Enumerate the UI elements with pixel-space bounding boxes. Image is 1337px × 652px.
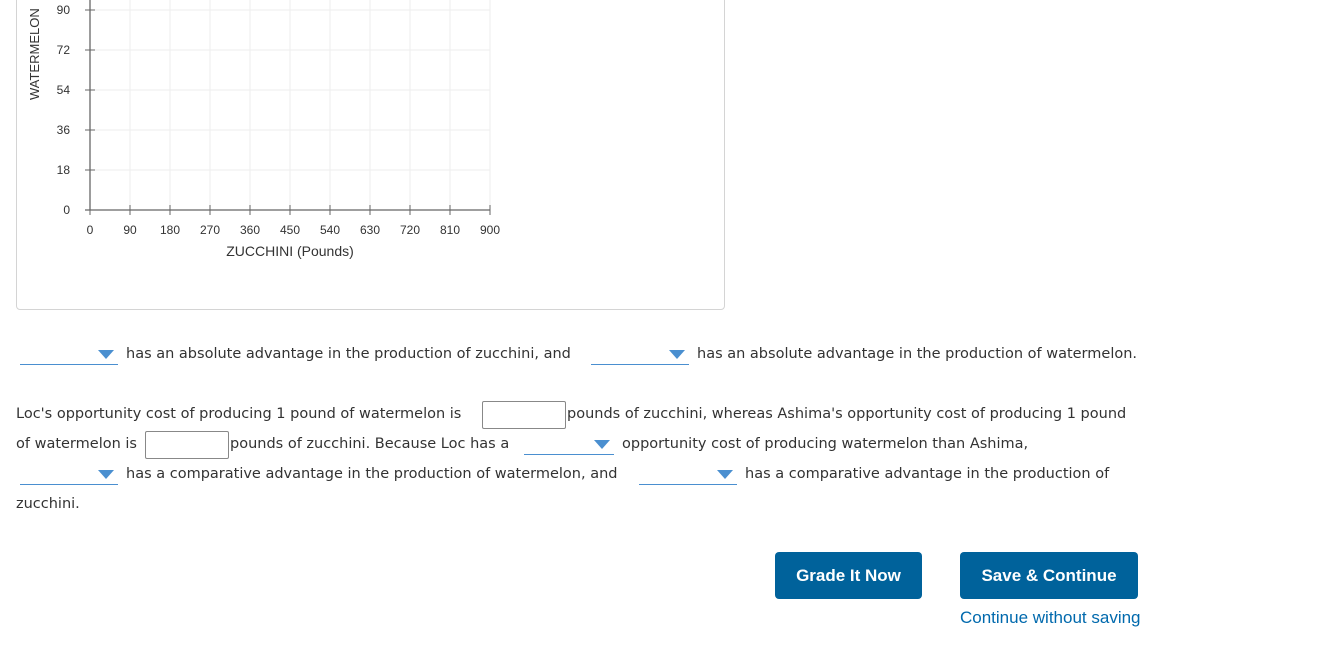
question-text: Loc's opportunity cost of producing 1 po… xyxy=(16,406,462,422)
x-tick-label: 90 xyxy=(123,223,137,237)
x-tick-label: 900 xyxy=(480,223,500,237)
x-tick-label: 360 xyxy=(240,223,260,237)
dropdown-arrow-icon xyxy=(98,350,114,359)
continue-without-saving-link[interactable]: Continue without saving xyxy=(960,608,1141,628)
x-tick-label: 180 xyxy=(160,223,180,237)
x-tick-label: 450 xyxy=(280,223,300,237)
y-tick-label: 0 xyxy=(63,203,70,217)
x-tick-label: 270 xyxy=(200,223,220,237)
question-text: has a comparative advantage in the produ… xyxy=(126,466,618,482)
question-text: has an absolute advantage in the product… xyxy=(126,346,571,362)
x-tick-label: 0 xyxy=(87,223,94,237)
y-tick-label: 18 xyxy=(57,163,71,177)
question-text: has an absolute advantage in the product… xyxy=(697,346,1138,362)
y-tick-label: 90 xyxy=(57,3,71,17)
dropdown-arrow-icon xyxy=(669,350,685,359)
question-text: of watermelon is xyxy=(16,436,137,452)
ppf-chart[interactable]: 0 90 180 270 360 450 540 630 720 810 900 0 18 36 54 72 9… xyxy=(0,0,560,240)
question-text: opportunity cost of producing watermelon… xyxy=(622,436,1029,452)
ashima-opportunity-cost-input[interactable] xyxy=(145,431,229,459)
question-text: pounds of zucchini. Because Loc has a xyxy=(230,436,510,452)
loc-opportunity-cost-input[interactable] xyxy=(482,401,566,429)
x-tick-label: 540 xyxy=(320,223,340,237)
x-tick-label: 720 xyxy=(400,223,420,237)
save-continue-button[interactable]: Save & Continue xyxy=(960,552,1138,599)
higher-lower-dropdown[interactable] xyxy=(524,434,614,455)
watermelon-absolute-advantage-dropdown[interactable] xyxy=(591,344,689,365)
question-text: zucchini. xyxy=(16,496,80,512)
watermelon-comparative-advantage-dropdown[interactable] xyxy=(20,464,118,485)
question-text: has a comparative advantage in the produ… xyxy=(745,466,1110,482)
dropdown-arrow-icon xyxy=(717,470,733,479)
zucchini-comparative-advantage-dropdown[interactable] xyxy=(639,464,737,485)
dropdown-arrow-icon xyxy=(594,440,610,449)
y-tick-label: 72 xyxy=(57,43,71,57)
y-tick-label: 36 xyxy=(57,123,71,137)
zucchini-absolute-advantage-dropdown[interactable] xyxy=(20,344,118,365)
y-tick-label: 54 xyxy=(57,83,71,97)
grade-it-now-button[interactable]: Grade It Now xyxy=(775,552,922,599)
dropdown-arrow-icon xyxy=(98,470,114,479)
x-tick-label: 810 xyxy=(440,223,460,237)
x-axis-label: ZUCCHINI (Pounds) xyxy=(226,243,354,259)
x-tick-label: 630 xyxy=(360,223,380,237)
question-text: pounds of zucchini, whereas Ashima's opp… xyxy=(567,406,1127,422)
